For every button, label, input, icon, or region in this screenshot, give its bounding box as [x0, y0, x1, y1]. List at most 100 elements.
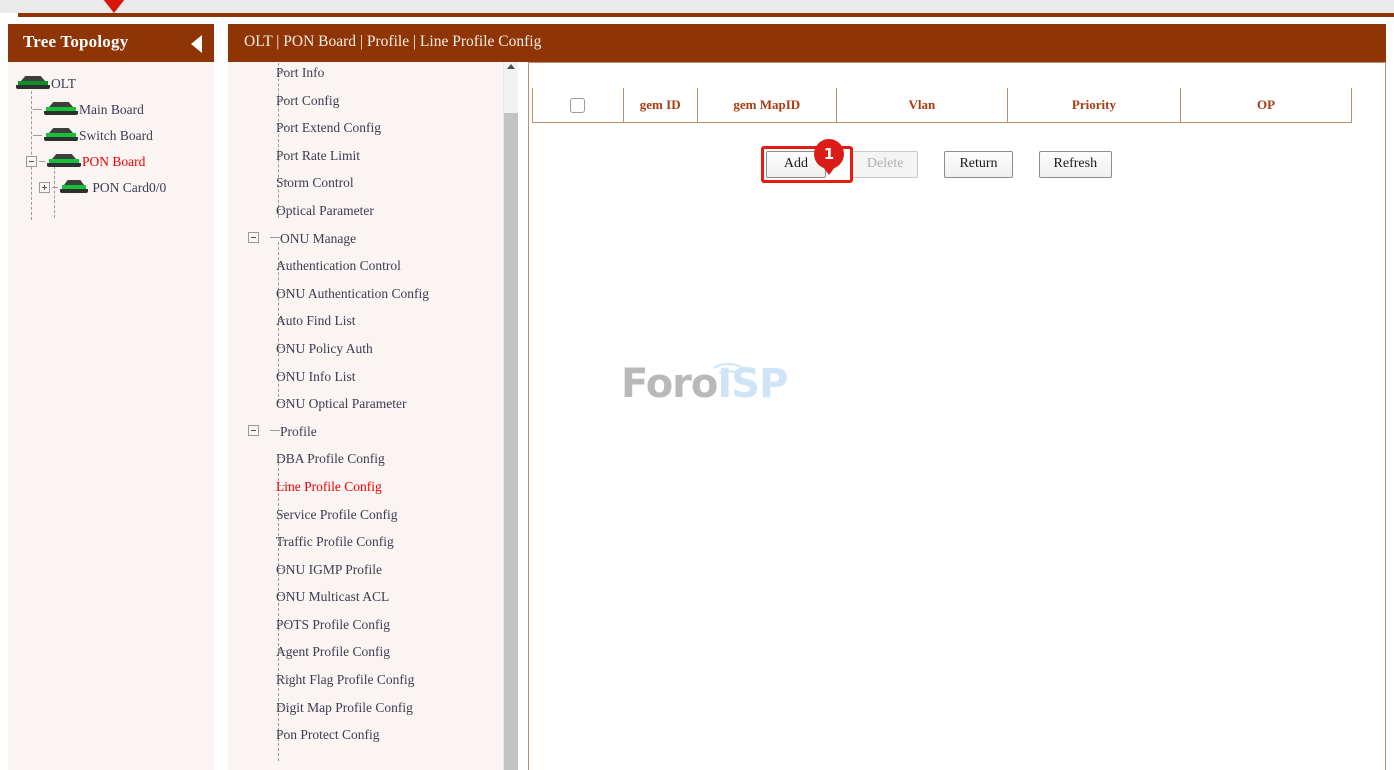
- menu-branch-dash: [278, 568, 289, 569]
- menu-group-profile[interactable]: Profile: [228, 417, 518, 445]
- menu-item-optical-parameter[interactable]: Optical Parameter: [228, 196, 518, 224]
- table-header-vlan: Vlan: [836, 88, 1007, 122]
- menu-scrollbar[interactable]: [503, 58, 518, 770]
- menu-collapse-minus-icon[interactable]: [248, 425, 259, 436]
- menu-item-label: ONU Info List: [276, 369, 356, 384]
- tree-node-switch-board[interactable]: Switch Board: [8, 122, 214, 148]
- delete-button: Delete: [852, 151, 919, 178]
- return-button[interactable]: Return: [944, 151, 1012, 178]
- tree-branch-dash: [52, 187, 58, 188]
- menu-branch-dash: [278, 264, 289, 265]
- device-icon: [44, 102, 78, 115]
- foroisp-watermark: ForoISP: [621, 355, 781, 415]
- menu-item-port-extend-config[interactable]: Port Extend Config: [228, 113, 518, 141]
- device-icon: [60, 180, 88, 193]
- menu-item-port-rate-limit[interactable]: Port Rate Limit: [228, 141, 518, 169]
- menu-item-onu-optical-parameter[interactable]: ONU Optical Parameter: [228, 389, 518, 417]
- line-profile-table: gem ID gem MapID Vlan Priority OP: [532, 88, 1352, 123]
- tree-node-pon-card[interactable]: PON Card0/0: [8, 174, 214, 200]
- table-header-select-all: [533, 88, 624, 122]
- table-header-row: gem ID gem MapID Vlan Priority OP: [533, 88, 1352, 122]
- menu-item-authentication-control[interactable]: Authentication Control: [228, 251, 518, 279]
- menu-item-auto-find-list[interactable]: Auto Find List: [228, 306, 518, 334]
- menu-branch-dash: [278, 540, 289, 541]
- menu-scrollbar-thumb[interactable]: [504, 113, 518, 770]
- menu-item-label: Line Profile Config: [276, 479, 382, 494]
- menu-item-label: Right Flag Profile Config: [276, 672, 414, 687]
- menu-item-pon-protect-config[interactable]: Pon Protect Config: [228, 720, 518, 748]
- menu-branch-dash: [278, 126, 289, 127]
- tree-node-pon-board[interactable]: PON Board: [8, 148, 214, 174]
- checkbox-unchecked-icon[interactable]: [570, 98, 585, 113]
- menu-item-label: POTS Profile Config: [276, 617, 390, 632]
- menu-item-agent-profile-config[interactable]: Agent Profile Config: [228, 637, 518, 665]
- collapse-left-arrow-icon[interactable]: [191, 35, 202, 53]
- menu-item-port-config[interactable]: Port Config: [228, 86, 518, 114]
- tree-node-label: Switch Board: [79, 128, 153, 143]
- menu-item-right-flag-profile-config[interactable]: Right Flag Profile Config: [228, 665, 518, 693]
- menu-branch-dash: [278, 678, 289, 679]
- tree-expand-plus-icon[interactable]: [39, 182, 50, 193]
- menu-item-label: Service Profile Config: [276, 507, 397, 522]
- menu-item-label: Optical Parameter: [276, 203, 374, 218]
- menu-item-label: Agent Profile Config: [276, 645, 390, 660]
- menu-item-label: ONU Optical Parameter: [276, 396, 406, 411]
- tree-collapse-minus-icon[interactable]: [26, 156, 37, 167]
- menu-item-label: Port Info: [276, 65, 324, 80]
- menu-item-line-profile-config[interactable]: Line Profile Config: [228, 472, 518, 500]
- menu-item-service-profile-config[interactable]: Service Profile Config: [228, 500, 518, 528]
- menu-branch-dash: [278, 99, 289, 100]
- menu-item-label: ONU Multicast ACL: [276, 589, 389, 604]
- menu-item-onu-info-list[interactable]: ONU Info List: [228, 362, 518, 390]
- menu-branch-dash: [278, 375, 289, 376]
- menu-branch-dash: [278, 595, 289, 596]
- menu-branch-dash: [278, 292, 289, 293]
- menu-branch-dash: [278, 706, 289, 707]
- action-button-bar: Add Delete Return Refresh: [529, 151, 1349, 178]
- menu-branch-dash: [278, 650, 289, 651]
- top-rule-divider: [18, 13, 1394, 17]
- menu-group-label: ONU Manage: [280, 231, 356, 246]
- menu-item-label: ONU Authentication Config: [276, 286, 429, 301]
- menu-item-onu-authentication-config[interactable]: ONU Authentication Config: [228, 279, 518, 307]
- menu-item-label: ONU Policy Auth: [276, 341, 373, 356]
- table-header-priority: Priority: [1007, 88, 1180, 122]
- menu-item-traffic-profile-config[interactable]: Traffic Profile Config: [228, 527, 518, 555]
- menu-item-onu-policy-auth[interactable]: ONU Policy Auth: [228, 334, 518, 362]
- menu-branch-dash: [278, 623, 289, 624]
- tree-topology-body: OLT Main Board Switch Board PON Board PO…: [8, 62, 214, 770]
- menu-item-pots-profile-config[interactable]: POTS Profile Config: [228, 610, 518, 638]
- menu-item-onu-multicast-acl[interactable]: ONU Multicast ACL: [228, 582, 518, 610]
- menu-item-label: Port Config: [276, 93, 339, 108]
- tree-topology-header: Tree Topology: [8, 24, 214, 62]
- menu-item-onu-igmp-profile[interactable]: ONU IGMP Profile: [228, 555, 518, 583]
- menu-branch-dash: [278, 154, 289, 155]
- menu-branch-dash: [278, 513, 289, 514]
- menu-item-digit-map-profile-config[interactable]: Digit Map Profile Config: [228, 693, 518, 721]
- tree-node-main-board[interactable]: Main Board: [8, 96, 214, 122]
- menu-branch-dash: [278, 209, 289, 210]
- menu-group-label: Profile: [280, 424, 317, 439]
- menu-item-label: Port Extend Config: [276, 120, 381, 135]
- menu-item-port-info[interactable]: Port Info: [228, 58, 518, 86]
- menu-branch-dash: [278, 485, 289, 486]
- refresh-button[interactable]: Refresh: [1039, 151, 1113, 178]
- tree-topology-panel: Tree Topology OLT Main Board Switch Boar…: [8, 24, 214, 770]
- menu-item-dba-profile-config[interactable]: DBA Profile Config: [228, 444, 518, 472]
- tree-node-label: Main Board: [79, 102, 144, 117]
- content-header-bar: OLT | PON Board | Profile | Line Profile…: [228, 24, 1386, 62]
- page-root: Tree Topology OLT Main Board Switch Boar…: [0, 0, 1394, 770]
- menu-item-storm-control[interactable]: Storm Control: [228, 168, 518, 196]
- tree-node-label: PON Card0/0: [92, 180, 166, 195]
- menu-collapse-minus-icon[interactable]: [248, 232, 259, 243]
- menu-group-onu-manage[interactable]: ONU Manage: [228, 224, 518, 252]
- breadcrumb: OLT | PON Board | Profile | Line Profile…: [244, 33, 541, 51]
- menu-branch-dash: [278, 319, 289, 320]
- tree-branch-dash: [39, 161, 45, 162]
- menu-group-dash: [270, 237, 280, 238]
- tree-node-label: PON Board: [82, 154, 145, 169]
- tree-node-olt[interactable]: OLT: [8, 70, 214, 96]
- menu-branch-dash: [278, 181, 289, 182]
- menu-item-label: Authentication Control: [276, 258, 401, 273]
- menu-branch-dash: [278, 733, 289, 734]
